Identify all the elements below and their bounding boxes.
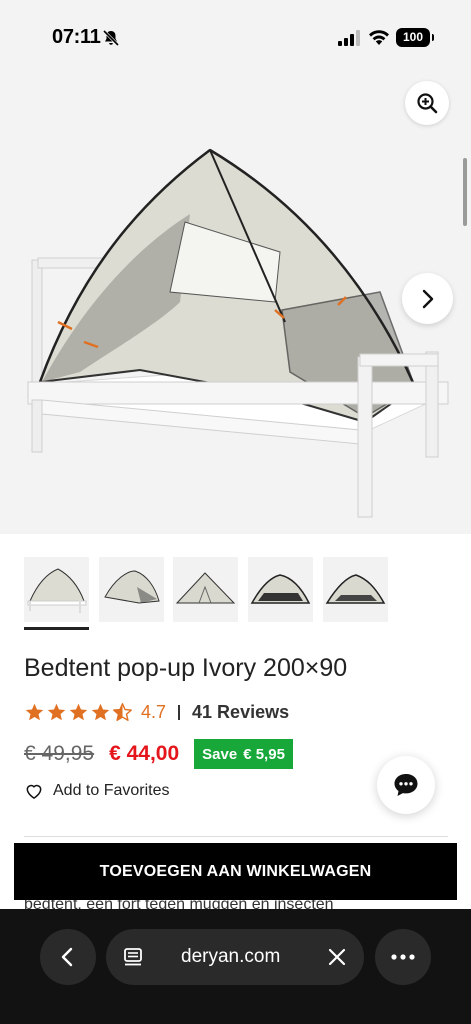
divider: [24, 836, 448, 837]
thumbnail-3[interactable]: [173, 557, 238, 622]
rating-separator: [178, 704, 181, 720]
star-icon: [91, 703, 110, 720]
signal-icon: [338, 30, 360, 46]
star-icon: [69, 703, 88, 720]
sale-price: € 44,00: [109, 742, 180, 765]
chevron-left-icon: [61, 947, 73, 967]
product-title: Bedtent pop-up Ivory 200×90: [24, 654, 348, 682]
thumbnail-active-indicator: [24, 627, 89, 630]
chevron-right-icon: [422, 289, 433, 308]
scroll-indicator[interactable]: [463, 158, 467, 226]
bell-slash-icon: [102, 29, 120, 47]
half-star-icon: [113, 702, 132, 721]
save-label: Save: [202, 745, 238, 763]
favorites-label: Add to Favorites: [53, 782, 170, 799]
browser-toolbar: deryan.com: [0, 909, 471, 1024]
status-bar: 07:11 100: [0, 0, 471, 72]
star-icon: [47, 703, 66, 720]
thumbnail-5[interactable]: [323, 557, 388, 622]
price-row: € 49,95 € 44,00 Save € 5,95: [24, 738, 293, 770]
battery-indicator: 100: [396, 28, 434, 47]
wifi-icon: [369, 30, 389, 45]
close-icon[interactable]: [326, 946, 348, 968]
status-time: 07:11: [52, 26, 101, 48]
reviews-link[interactable]: 41 Reviews: [192, 702, 289, 723]
thumbnail-4[interactable]: [248, 557, 313, 622]
thumbnail-2[interactable]: [99, 557, 164, 622]
product-image: [27, 148, 449, 518]
product-image-gallery[interactable]: [0, 72, 471, 534]
zoom-in-icon: [417, 93, 438, 114]
save-badge: Save € 5,95: [194, 739, 293, 769]
url-bar[interactable]: deryan.com: [106, 929, 364, 985]
rating-stars: [24, 702, 133, 723]
chat-icon: [394, 774, 418, 796]
add-to-favorites[interactable]: Add to Favorites: [24, 780, 170, 802]
rating-row[interactable]: 4.7 41 Reviews: [24, 700, 289, 724]
thumbnail-1[interactable]: [24, 557, 89, 622]
next-image-button[interactable]: [402, 273, 453, 324]
more-icon: [391, 954, 415, 960]
zoom-button[interactable]: [405, 81, 449, 125]
star-icon: [25, 703, 44, 720]
add-to-cart-button[interactable]: TOEVOEGEN AAN WINKELWAGEN: [14, 843, 457, 900]
more-button[interactable]: [375, 929, 431, 985]
url-text: deryan.com: [181, 946, 281, 967]
heart-icon: [26, 784, 42, 799]
old-price: € 49,95: [24, 742, 95, 765]
back-button[interactable]: [40, 929, 96, 985]
rating-value: 4.7: [141, 701, 167, 722]
save-amount: € 5,95: [243, 745, 285, 763]
chat-button[interactable]: [377, 756, 435, 814]
page-icon: [124, 948, 142, 966]
